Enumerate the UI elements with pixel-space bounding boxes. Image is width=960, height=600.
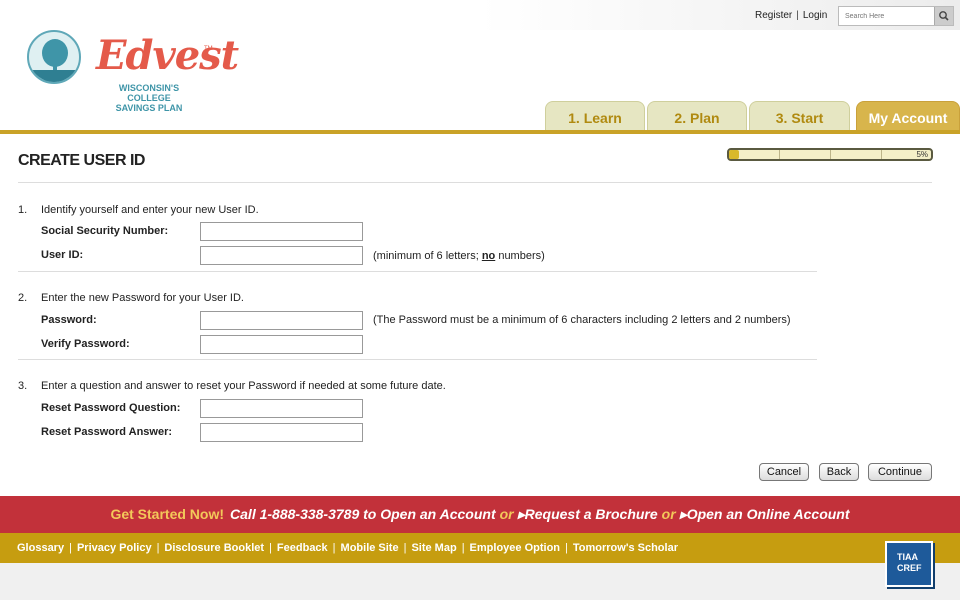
- get-started-heading: Get Started Now!: [110, 506, 225, 522]
- step3-instruction: Enter a question and answer to reset you…: [41, 380, 446, 392]
- footer-separator: |: [69, 542, 72, 554]
- search-icon: [939, 11, 949, 21]
- footer-separator: |: [403, 542, 407, 554]
- userid-note: (minimum of 6 letters; no numbers): [373, 250, 545, 262]
- tiaa-cref-logo[interactable]: TIAA CREF: [885, 541, 933, 587]
- step2-instruction: Enter the new Password for your User ID.: [41, 292, 244, 304]
- section-divider: [18, 271, 817, 272]
- search-input[interactable]: [839, 7, 935, 25]
- main-content: CREATE USER ID 5% 1. Identify yourself a…: [0, 134, 960, 496]
- userid-note-pre: (minimum of 6 letters;: [373, 250, 482, 262]
- userid-note-emphasis: no: [481, 250, 496, 262]
- footer-bar: Glossary | Privacy Policy | Disclosure Bookl…: [0, 533, 960, 563]
- ground-shape: [29, 70, 79, 82]
- userid-input[interactable]: [200, 246, 363, 265]
- userid-note-post: numbers): [495, 250, 545, 262]
- password-note: (The Password must be a minimum of 6 cha…: [373, 314, 791, 326]
- reset-answer-label: Reset Password Answer:: [41, 426, 173, 438]
- continue-button[interactable]: Continue: [868, 463, 932, 481]
- footer-link-disclosure-booklet[interactable]: Disclosure Booklet: [164, 542, 264, 554]
- search-button[interactable]: [934, 7, 953, 25]
- account-links: Register | Login: [755, 10, 827, 21]
- logo-trademark: TM: [204, 46, 213, 52]
- call-to-open-account: Call 1-888-338-3789 to Open an Account: [230, 506, 496, 522]
- tiaa-cref-line1: TIAA: [897, 552, 918, 562]
- footer-separator: |: [156, 542, 160, 554]
- progress-fill: [729, 150, 739, 159]
- search-box: [838, 6, 954, 26]
- footer-separator: |: [565, 542, 568, 554]
- reset-question-input[interactable]: [200, 399, 363, 418]
- register-link[interactable]: Register: [755, 10, 792, 21]
- cancel-button[interactable]: Cancel: [759, 463, 809, 481]
- password-input[interactable]: [200, 311, 363, 330]
- progress-tick: [779, 150, 780, 159]
- footer-link-privacy-policy[interactable]: Privacy Policy: [77, 542, 152, 554]
- title-divider: [18, 182, 932, 183]
- progress-tick: [881, 150, 882, 159]
- footer-link-site-map[interactable]: Site Map: [411, 542, 456, 554]
- step1-instruction: Identify yourself and enter your new Use…: [41, 204, 259, 216]
- tiaa-cref-line2: CREF: [897, 563, 922, 573]
- link-separator: |: [796, 10, 799, 21]
- page-title: CREATE USER ID: [18, 152, 145, 169]
- userid-label: User ID:: [41, 249, 84, 261]
- password-label: Password:: [41, 314, 97, 326]
- request-brochure-link[interactable]: ▸Request a Brochure: [518, 506, 658, 522]
- edvest-logo-icon[interactable]: [27, 30, 81, 84]
- ssn-input[interactable]: [200, 222, 363, 241]
- step1-number: 1.: [18, 204, 28, 216]
- progress-tick: [830, 150, 831, 159]
- footer-link-feedback[interactable]: Feedback: [277, 542, 328, 554]
- tab-my-account[interactable]: My Account: [856, 101, 960, 131]
- back-button[interactable]: Back: [819, 463, 859, 481]
- footer-links: Glossary | Privacy Policy | Disclosure Bookl…: [17, 542, 678, 554]
- tab-start[interactable]: 3. Start: [749, 101, 850, 131]
- logo-subtitle-line1: WISCONSIN'S COLLEGE: [118, 83, 180, 103]
- verify-password-input[interactable]: [200, 335, 363, 354]
- step3-number: 3.: [18, 380, 28, 392]
- ssn-label: Social Security Number:: [41, 225, 169, 237]
- footer-link-mobile-site[interactable]: Mobile Site: [341, 542, 399, 554]
- or-separator: or: [499, 506, 514, 522]
- step2-number: 2.: [18, 292, 28, 304]
- reset-question-label: Reset Password Question:: [41, 402, 181, 414]
- reset-answer-input[interactable]: [200, 423, 363, 442]
- progress-percent: 5%: [916, 150, 928, 159]
- tab-plan[interactable]: 2. Plan: [647, 101, 747, 131]
- or-separator: or: [661, 506, 676, 522]
- tab-learn[interactable]: 1. Learn: [545, 101, 645, 131]
- get-started-banner: Get Started Now! Call 1-888-338-3789 to O…: [0, 496, 960, 533]
- login-link[interactable]: Login: [803, 10, 827, 21]
- open-online-account-link[interactable]: ▸Open an Online Account: [680, 506, 850, 522]
- logo-wordmark[interactable]: Edvest: [96, 32, 239, 79]
- logo-subtitle-line2: SAVINGS PLAN: [115, 103, 183, 113]
- footer-link-employee-option[interactable]: Employee Option: [470, 542, 560, 554]
- footer-link-glossary[interactable]: Glossary: [17, 542, 64, 554]
- top-strip: Register | Login: [0, 0, 960, 30]
- footer-separator: |: [332, 542, 336, 554]
- section-divider: [18, 359, 817, 360]
- footer-link-tomorrows-scholar[interactable]: Tomorrow's Scholar: [573, 542, 678, 554]
- logo-subtitle: WISCONSIN'S COLLEGE SAVINGS PLAN: [96, 83, 202, 113]
- progress-bar: 5%: [727, 148, 933, 161]
- verify-password-label: Verify Password:: [41, 338, 130, 350]
- footer-separator: |: [461, 542, 465, 554]
- footer-separator: |: [269, 542, 272, 554]
